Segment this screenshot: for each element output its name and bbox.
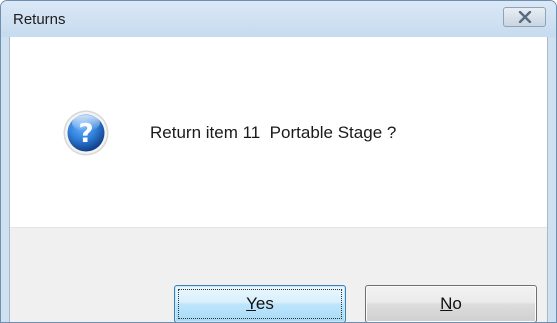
yes-button[interactable]: Yes bbox=[174, 285, 346, 322]
window-title: Returns bbox=[13, 11, 66, 28]
yes-label-rest: es bbox=[255, 294, 274, 313]
svg-text:?: ? bbox=[78, 119, 93, 149]
yes-button-label: Yes bbox=[246, 294, 274, 314]
dialog-message: Return item 11 Portable Stage ? bbox=[150, 123, 397, 142]
no-mnemonic: N bbox=[440, 294, 453, 313]
no-label-rest: o bbox=[452, 294, 462, 313]
button-bar: Yes No bbox=[10, 227, 547, 322]
title-bar[interactable]: Returns bbox=[1, 1, 556, 37]
yes-mnemonic: Y bbox=[246, 294, 256, 313]
close-button[interactable] bbox=[503, 7, 546, 27]
close-icon bbox=[518, 11, 531, 23]
dialog-client: ? Return item 11 Portable Stage ? Yes No bbox=[9, 37, 548, 322]
no-button[interactable]: No bbox=[365, 285, 537, 322]
no-button-label: No bbox=[440, 294, 462, 314]
question-icon: ? bbox=[63, 110, 109, 156]
dialog-window: Returns ? Return item 11 Portable Stage … bbox=[0, 0, 557, 323]
message-area: ? Return item 11 Portable Stage ? bbox=[10, 37, 547, 227]
